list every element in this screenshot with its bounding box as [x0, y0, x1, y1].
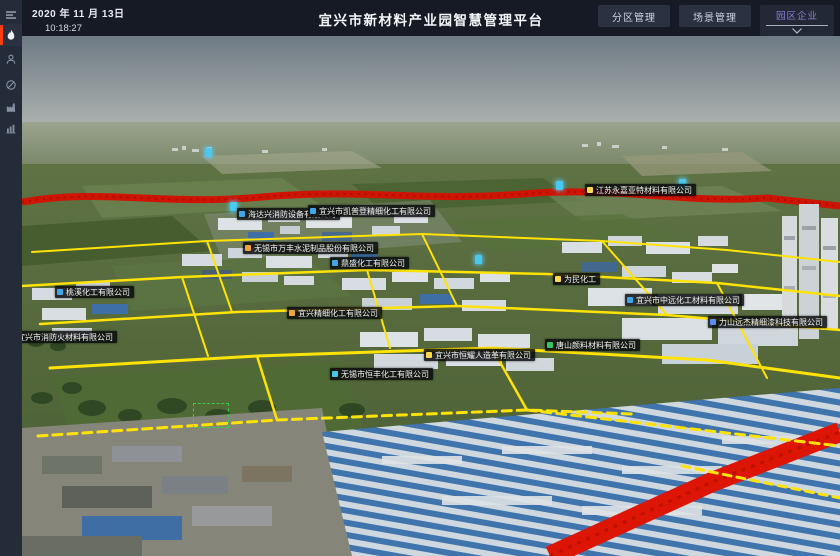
company-marker-icon [239, 211, 245, 217]
company-label-text: 力山远杰精细漆科技有限公司 [719, 317, 823, 328]
dropdown-label: 园区企业 [766, 8, 828, 26]
company-label-text: 为民化工 [564, 274, 596, 285]
chevron-down-icon [792, 28, 802, 34]
company-label-text: 宜兴市消防火材料有限公司 [22, 332, 113, 343]
menu-icon[interactable] [0, 4, 22, 26]
company-label-text: 唐山颜料材料有限公司 [556, 340, 636, 351]
company-marker-icon [310, 208, 316, 214]
top-bar: 2020 年 11 月 13日 10:18:27 宜兴市新材料产业园智慧管理平台… [22, 0, 840, 36]
company-label-text: 鼎盛化工有限公司 [341, 258, 405, 269]
scene-management-button[interactable]: 场景管理 [679, 5, 751, 27]
company-marker-icon [289, 310, 295, 316]
company-label[interactable]: 宜兴市中远化工材料有限公司 [625, 294, 744, 306]
company-label[interactable]: 无锡市恒丰化工有限公司 [330, 368, 433, 380]
company-marker-icon [555, 276, 561, 282]
company-label[interactable]: 桃溪化工有限公司 [55, 286, 134, 298]
company-label-text: 江苏永嘉亚特材料有限公司 [596, 185, 692, 196]
company-marker-icon [547, 342, 553, 348]
company-label-text: 桃溪化工有限公司 [66, 287, 130, 298]
fire-icon[interactable] [0, 24, 22, 46]
bar-chart-icon[interactable] [0, 117, 22, 139]
user-icon[interactable] [0, 48, 22, 70]
company-label-text: 宜兴市恒耀人造革有限公司 [435, 350, 531, 361]
company-label[interactable]: 宜兴市消防火材料有限公司 [22, 331, 117, 343]
company-label[interactable]: 宜兴市凯普登精细化工有限公司 [308, 205, 435, 217]
zone-management-button[interactable]: 分区管理 [598, 5, 670, 27]
company-marker-icon [710, 319, 716, 325]
company-label[interactable]: 鼎盛化工有限公司 [330, 257, 409, 269]
smart-park-platform: 2020 年 11 月 13日 10:18:27 宜兴市新材料产业园智慧管理平台… [0, 0, 840, 556]
page-title: 宜兴市新材料产业园智慧管理平台 [319, 9, 544, 29]
company-marker-icon [426, 352, 432, 358]
factory-icon[interactable] [0, 96, 22, 118]
company-label[interactable]: 江苏永嘉亚特材料有限公司 [585, 184, 696, 196]
map-3d-view[interactable]: 海达兴消防设备有限公司宜兴市凯普登精细化工有限公司无锡市万丰水泥制品股份有限公司… [22, 36, 840, 556]
company-label-text: 无锡市恒丰化工有限公司 [341, 369, 429, 380]
sky [22, 36, 840, 136]
company-marker-icon [587, 187, 593, 193]
header-actions: 分区管理 场景管理 园区企业 [598, 5, 834, 36]
company-label[interactable]: 宜兴市恒耀人造革有限公司 [424, 349, 535, 361]
selection-box [193, 403, 229, 428]
company-label[interactable]: 唐山颜料材料有限公司 [545, 339, 640, 351]
header-time: 10:18:27 [45, 23, 125, 34]
header-date: 2020 年 11 月 13日 [32, 5, 125, 20]
company-label-text: 宜兴市凯普登精细化工有限公司 [319, 206, 431, 217]
company-marker-icon [245, 245, 251, 251]
company-label[interactable]: 为民化工 [553, 273, 600, 285]
company-marker-icon [57, 289, 63, 295]
company-marker-icon [332, 260, 338, 266]
company-label[interactable]: 无锡市万丰水泥制品股份有限公司 [243, 242, 378, 254]
company-label-text: 宜兴精细化工有限公司 [298, 308, 378, 319]
company-marker-icon [332, 371, 338, 377]
dashboard-icon[interactable] [0, 74, 22, 96]
park-enterprise-dropdown[interactable]: 园区企业 [760, 5, 834, 36]
company-label[interactable]: 力山远杰精细漆科技有限公司 [708, 316, 827, 328]
company-label[interactable]: 宜兴精细化工有限公司 [287, 307, 382, 319]
datetime-block: 2020 年 11 月 13日 10:18:27 [32, 5, 125, 34]
company-label-text: 无锡市万丰水泥制品股份有限公司 [254, 243, 374, 254]
sidebar [0, 0, 22, 556]
company-marker-icon [627, 297, 633, 303]
company-label-text: 宜兴市中远化工材料有限公司 [636, 295, 740, 306]
